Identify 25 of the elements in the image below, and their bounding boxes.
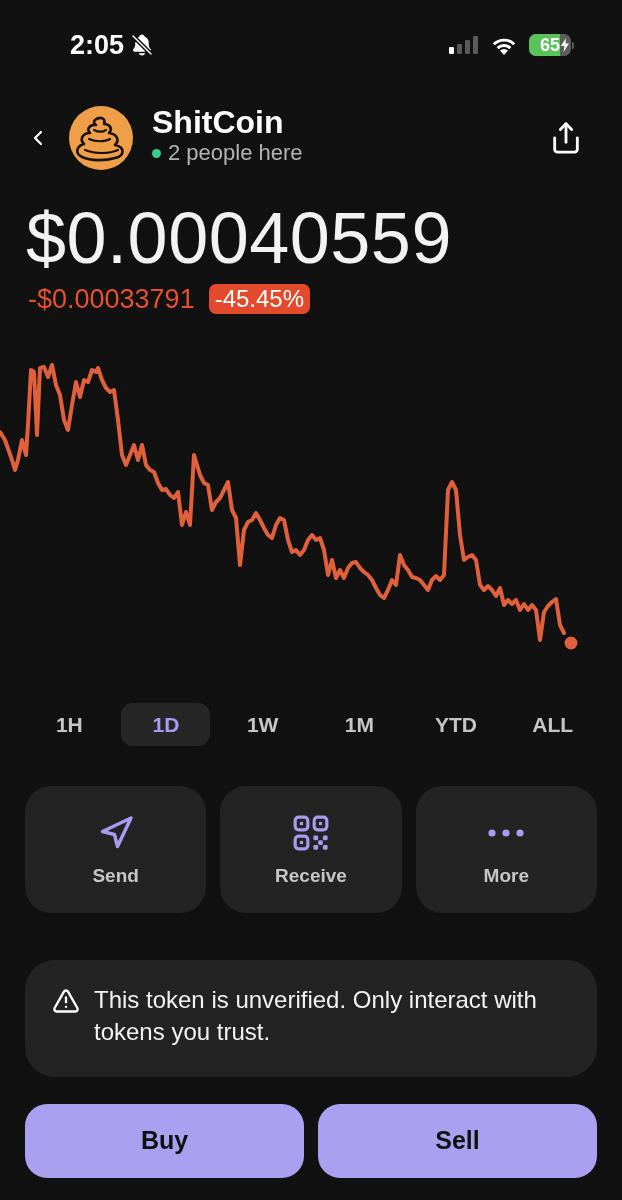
time-range-tab[interactable]: ALL [508, 703, 598, 746]
more-dots-icon [488, 829, 525, 837]
action-button[interactable]: Send [25, 786, 207, 913]
time-range-tab[interactable]: 1W [218, 703, 308, 746]
battery-percent: 65 [539, 36, 560, 54]
endpoint-marker-icon [564, 636, 578, 650]
warning-text: This token is unverified. Only interact with tokens you trust. [94, 985, 538, 1047]
percent-change-badge: -45.45% [208, 284, 311, 314]
token-title: ShitCoin [152, 106, 285, 138]
trade-button[interactable]: Buy [25, 1104, 304, 1178]
signal-bars-icon [449, 36, 479, 54]
time-range-tab[interactable]: 1H [24, 703, 114, 746]
time-range-tab[interactable]: 1M [314, 703, 404, 746]
status-time: 2:05 [70, 31, 125, 59]
warning-icon [52, 987, 80, 1015]
trade-button[interactable]: Sell [318, 1104, 597, 1178]
time-range-tab[interactable]: YTD [411, 703, 501, 746]
token-price: $0.00040559 [26, 198, 452, 278]
presence-text: 2 people here [168, 142, 303, 164]
action-button[interactable]: Receive [220, 786, 402, 913]
action-button[interactable]: More [415, 786, 597, 913]
qr-code-icon [292, 814, 330, 852]
swirl-coin-avatar-icon [69, 106, 133, 170]
price-change-amount: -$0.00033791 [28, 285, 195, 313]
time-range-tab[interactable]: 1D [121, 703, 211, 746]
